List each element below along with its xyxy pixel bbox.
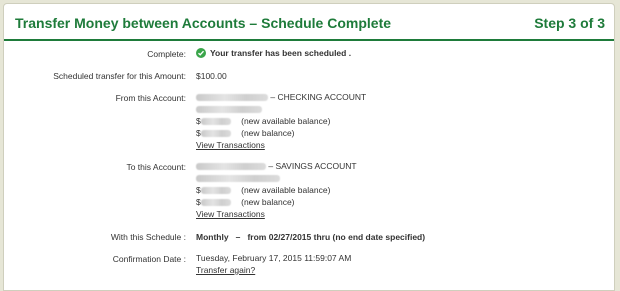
redacted-text: [196, 106, 262, 114]
confirmation-date: Tuesday, February 17, 2015 11:59:07 AM: [196, 253, 352, 263]
complete-value: Your transfer has been scheduled .: [196, 47, 352, 59]
to-account-type: – SAVINGS ACCOUNT: [268, 161, 357, 171]
available-balance-text: (new available balance): [241, 185, 331, 195]
redacted-amount: [200, 199, 231, 207]
transfer-panel: Transfer Money between Accounts – Schedu…: [3, 3, 615, 291]
confirmation-label: Confirmation Date :: [112, 254, 186, 264]
panel-header: Transfer Money between Accounts – Schedu…: [4, 4, 614, 41]
complete-message: Your transfer has been scheduled .: [210, 48, 352, 58]
from-account-redacted-line: [196, 104, 262, 114]
to-available-balance: $ (new available balance): [196, 185, 330, 195]
to-new-balance: $ (new balance): [196, 197, 295, 207]
schedule-value: Monthly – from 02/27/2015 thru (no end d…: [196, 232, 426, 242]
check-circle-icon: [196, 47, 206, 58]
redacted-account-number: [196, 94, 268, 102]
transfer-again-link[interactable]: Transfer again?: [196, 265, 255, 275]
from-account-name: – CHECKING ACCOUNT: [196, 92, 366, 102]
to-account-name: – SAVINGS ACCOUNT: [196, 161, 357, 171]
from-account-type: – CHECKING ACCOUNT: [270, 92, 367, 102]
redacted-amount: [200, 118, 231, 126]
complete-label: Complete:: [147, 49, 186, 59]
amount-value: $100.00: [196, 71, 227, 81]
from-account-label: From this Account:: [115, 93, 186, 103]
to-account-label: To this Account:: [126, 162, 186, 172]
redacted-text: [196, 175, 280, 183]
redacted-account-number: [196, 163, 266, 171]
schedule-label: With this Schedule :: [110, 232, 186, 242]
from-available-balance: $ (new available balance): [196, 116, 330, 126]
from-view-transactions-link[interactable]: View Transactions: [196, 140, 265, 150]
new-balance-text: (new balance): [241, 128, 295, 138]
redacted-amount: [200, 130, 231, 138]
available-balance-text: (new available balance): [241, 116, 331, 126]
redacted-amount: [200, 187, 231, 195]
to-view-transactions-link[interactable]: View Transactions: [196, 209, 265, 219]
new-balance-text: (new balance): [241, 197, 295, 207]
from-new-balance: $ (new balance): [196, 128, 295, 138]
step-indicator: Step 3 of 3: [534, 15, 605, 31]
page-title: Transfer Money between Accounts – Schedu…: [15, 15, 392, 31]
to-account-redacted-line: [196, 173, 280, 183]
amount-label: Scheduled transfer for this Amount:: [53, 71, 186, 81]
